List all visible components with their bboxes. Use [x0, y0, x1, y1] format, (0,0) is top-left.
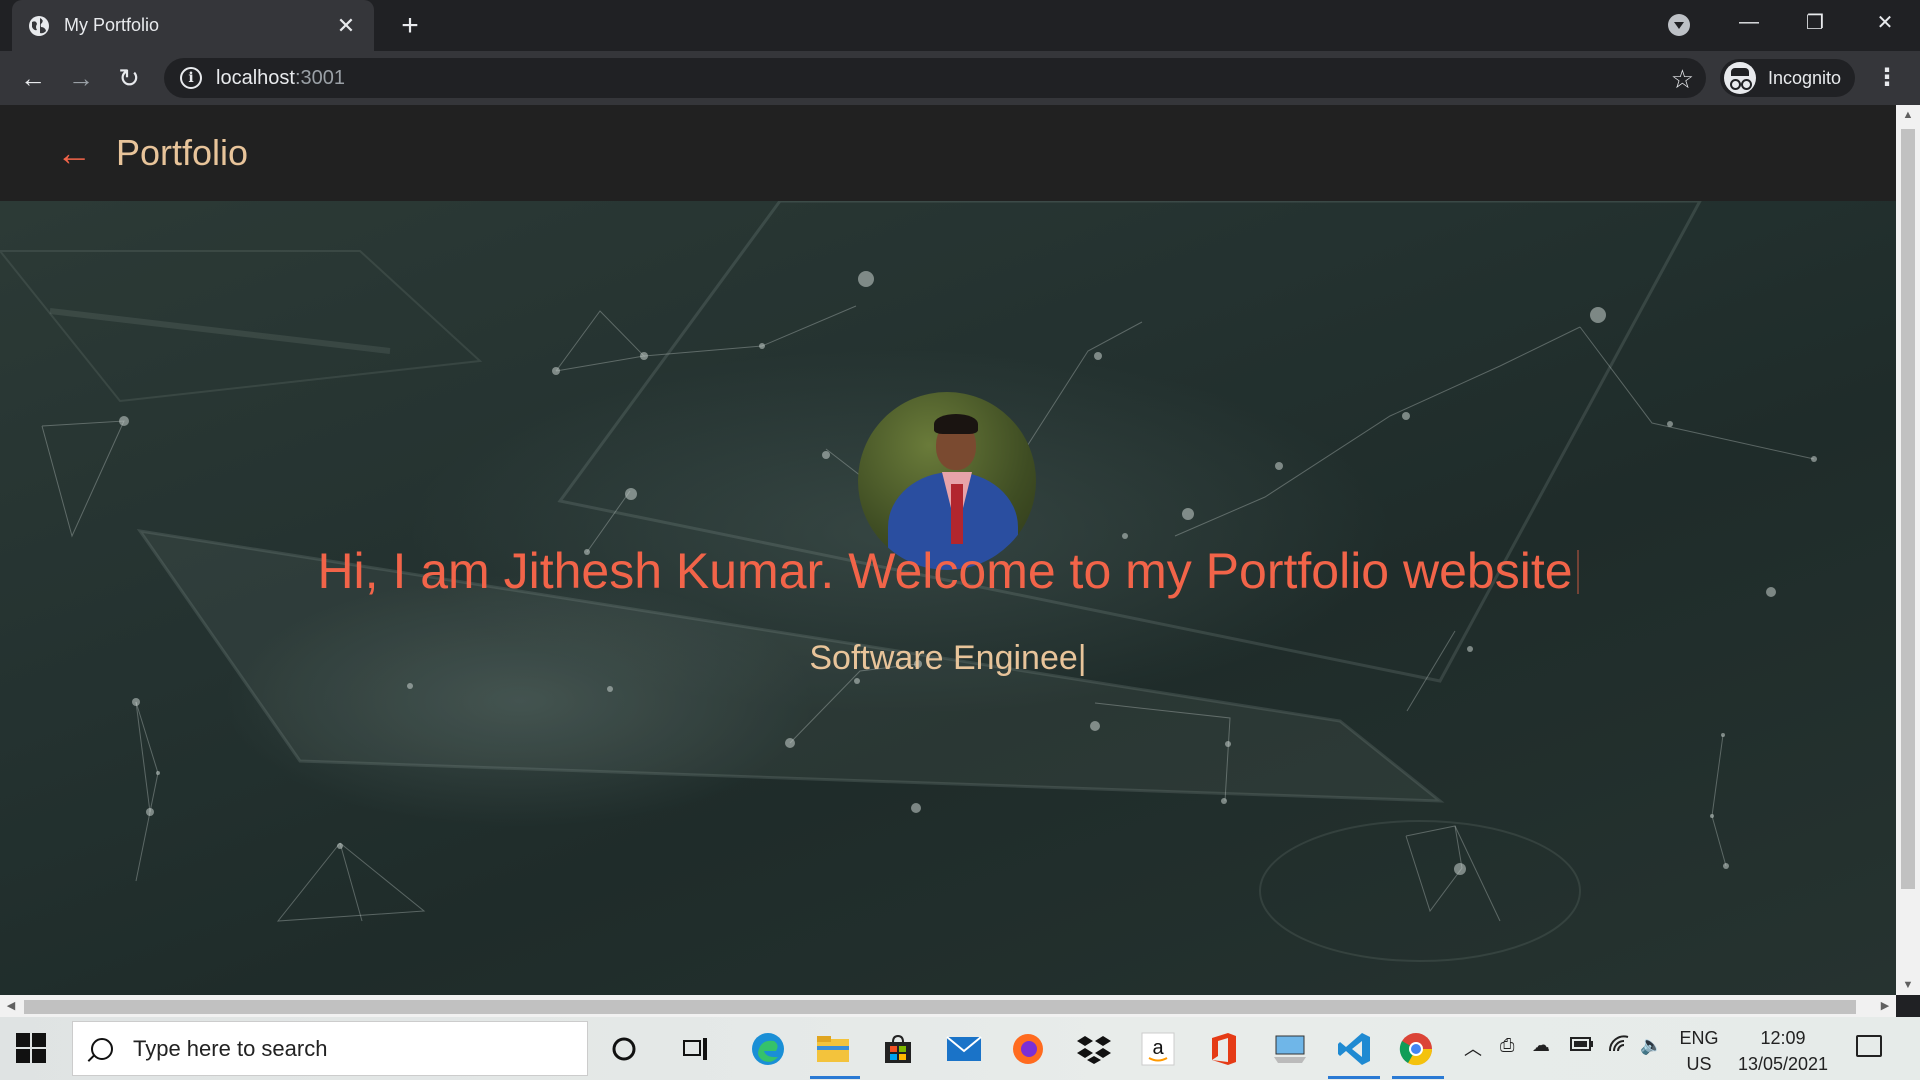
windows-taskbar: Type here to search a ︿ ⎙ ☁ 🔈 ENG US 12:… [0, 1017, 1920, 1080]
tab-search-icon[interactable] [1668, 14, 1690, 36]
office-icon[interactable] [1204, 1029, 1244, 1069]
volume-icon[interactable]: 🔈 [1640, 1035, 1662, 1056]
clock-date: 13/05/2021 [1737, 1054, 1829, 1074]
wifi-icon[interactable] [1608, 1035, 1630, 1058]
mail-icon[interactable] [944, 1029, 984, 1069]
store-icon[interactable] [878, 1029, 918, 1069]
windows-start-icon[interactable] [16, 1033, 48, 1065]
battery-icon[interactable] [1570, 1035, 1594, 1056]
hero-subline: Software Enginee| [809, 639, 1087, 677]
forward-icon[interactable]: → [62, 59, 100, 97]
search-icon [91, 1037, 113, 1060]
bookmark-star-icon[interactable]: ☆ [1671, 64, 1694, 95]
scroll-down-icon[interactable]: ▼ [1896, 975, 1920, 995]
back-icon[interactable]: ← [14, 59, 52, 97]
more-menu-icon[interactable]: ⋮ [1872, 63, 1902, 93]
tab-title: My Portfolio [64, 15, 160, 35]
hero-headline: Hi, I am Jithesh Kumar. Welcome to my Po… [0, 542, 1896, 600]
address-bar[interactable]: i localhost :3001 ☆ [164, 58, 1706, 98]
taskbar-search-box[interactable]: Type here to search [72, 1021, 588, 1076]
file-explorer-icon[interactable] [813, 1029, 853, 1069]
url-host: localhost [216, 66, 295, 89]
new-tab-button[interactable]: + [392, 8, 428, 44]
page-viewport: ← Portfolio Hi, I am Jithesh Kumar. Welc… [0, 105, 1896, 995]
onedrive-icon[interactable]: ☁ [1532, 1035, 1550, 1056]
incognito-profile-button[interactable]: Incognito [1720, 59, 1856, 97]
back-arrow-icon[interactable]: ← [56, 135, 92, 171]
browser-tab[interactable]: My Portfolio ✕ [12, 0, 374, 51]
scroll-left-icon[interactable]: ◀ [0, 995, 22, 1017]
typing-cursor [1576, 550, 1579, 594]
file-explorer-active-indicator [810, 1076, 860, 1079]
svg-text:a: a [1152, 1037, 1164, 1059]
globe-icon [29, 15, 49, 36]
headline-text: Hi, I am Jithesh Kumar. Welcome to my Po… [317, 543, 1573, 599]
language-indicator[interactable]: ENG US [1674, 1025, 1724, 1077]
system-clock[interactable]: 12:09 13/05/2021 [1728, 1025, 1838, 1077]
app-header: ← Portfolio [0, 105, 1896, 201]
close-window-icon[interactable]: ✕ [1862, 6, 1908, 38]
brand-title: Portfolio [116, 132, 249, 173]
task-view-icon[interactable] [676, 1029, 716, 1069]
url-port: :3001 [294, 66, 345, 89]
vscode-icon[interactable] [1334, 1029, 1374, 1069]
profile-label: Incognito [1768, 67, 1842, 88]
restore-icon[interactable]: ❐ [1792, 6, 1838, 38]
incognito-icon [1724, 62, 1756, 94]
browser-toolbar: ← → ↻ i localhost :3001 ☆ Incognito ⋮ [0, 51, 1920, 105]
amazon-icon[interactable]: a [1138, 1029, 1178, 1069]
firefox-icon[interactable] [1008, 1029, 1048, 1069]
horizontal-scroll-thumb[interactable] [24, 1000, 1856, 1014]
edge-icon[interactable] [748, 1029, 788, 1069]
lang-top: ENG [1679, 1028, 1719, 1048]
close-tab-icon[interactable]: ✕ [334, 13, 358, 39]
dropbox-icon[interactable] [1074, 1029, 1114, 1069]
chrome-active-indicator [1392, 1076, 1444, 1079]
cortana-icon[interactable] [604, 1029, 644, 1069]
show-hidden-icons-icon[interactable]: ︿ [1464, 1035, 1482, 1061]
action-center-icon[interactable] [1856, 1035, 1882, 1057]
scroll-right-icon[interactable]: ▶ [1874, 995, 1896, 1017]
scroll-up-icon[interactable]: ▲ [1896, 105, 1920, 125]
hero-section: Hi, I am Jithesh Kumar. Welcome to my Po… [0, 201, 1896, 995]
minimize-icon[interactable]: — [1726, 6, 1772, 38]
meet-now-icon[interactable]: ⎙ [1500, 1035, 1514, 1056]
lang-bottom: US [1686, 1054, 1712, 1074]
this-pc-icon[interactable] [1270, 1029, 1310, 1069]
vertical-scrollbar[interactable]: ▲ ▼ [1896, 105, 1920, 995]
search-placeholder: Type here to search [133, 1035, 328, 1061]
reload-icon[interactable]: ↻ [110, 59, 148, 97]
clock-time: 12:09 [1760, 1028, 1806, 1048]
horizontal-scrollbar[interactable]: ◀ ▶ [0, 995, 1896, 1017]
chrome-icon[interactable] [1396, 1029, 1436, 1069]
vertical-scroll-thumb[interactable] [1901, 129, 1915, 889]
browser-tabbar: My Portfolio ✕ + — ❐ ✕ [0, 0, 1920, 51]
site-info-icon[interactable]: i [180, 67, 202, 89]
vscode-active-indicator [1328, 1076, 1380, 1079]
